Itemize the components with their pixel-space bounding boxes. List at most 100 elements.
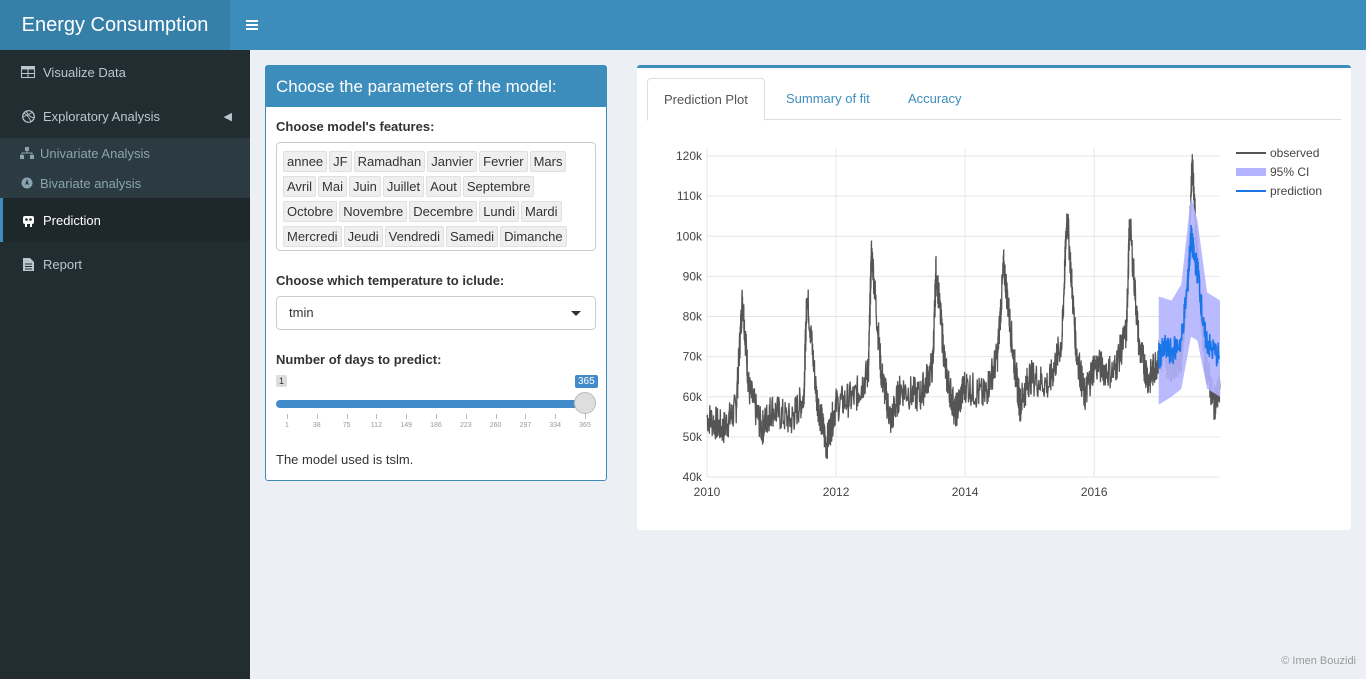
slider-value-label: 365 [575,375,598,388]
feature-chip[interactable]: Octobre [283,201,338,222]
feature-chip[interactable]: Aout [426,176,461,197]
model-parameters-box: Choose the parameters of the model: Choo… [265,65,607,481]
slider-tick [525,414,527,419]
sidebar-item-univariate-analysis[interactable]: Univariate Analysis [0,138,250,168]
slider-tick [436,414,437,419]
slider-tick [316,414,318,419]
slider-tick [465,414,467,419]
slider-tick [376,414,378,419]
app-title[interactable]: Energy Consumption [0,0,230,50]
observed-series-line [706,154,1221,459]
sidebar-item-label: Prediction [43,212,101,228]
feature-chip[interactable]: Decembre [409,201,478,222]
sidebar-item-label: Report [43,256,83,272]
feature-chip[interactable]: Jeudi [343,226,383,247]
x-tick-label: 2012 [823,485,850,499]
features-multiselect[interactable]: annee JF Ramadhan Janvier Fevrier MarsAvril Ma… [276,142,596,251]
slider-tick [585,414,586,419]
feature-chip[interactable]: Mardi [521,201,562,222]
feature-chip[interactable]: Novembre [339,201,408,222]
feature-chip[interactable]: JF [329,151,352,172]
caret-down-icon [571,311,581,316]
sidebar-item-label: Exploratory Analysis [43,108,161,124]
feature-chip[interactable]: Juillet [382,176,425,197]
sidebar-item-exploratory-analysis[interactable]: Exploratory Analysis ◀ [0,94,250,138]
slider-tick-label: 260 [489,422,502,429]
feature-chip[interactable]: Janvier [427,151,478,172]
tab-prediction-plot[interactable]: Prediction Plot [647,78,765,121]
box-title: Choose the parameters of the model: [266,66,606,107]
y-tick-label: 50k [683,430,703,444]
slider-handle[interactable] [574,392,596,414]
slider-tick-label: 186 [430,422,442,429]
feature-chip[interactable]: Lundi [479,201,519,222]
x-tick-label: 2016 [1081,485,1108,499]
slider-tick-label: 1 [285,422,289,429]
sidebar-item-prediction[interactable]: Prediction [0,198,250,242]
slider-tick-label: 149 [400,422,413,429]
sidebar-toggle-button[interactable] [230,0,274,50]
slider-ticks: 1 38 75 112 149 186 223 260 297 334 365 [276,414,596,434]
slider-tick-label: 365 [579,422,591,429]
x-tick-label: 2014 [952,485,979,499]
slider-tick [555,414,557,419]
y-tick-label: 120k [676,149,703,163]
feature-chip[interactable]: Dimanche [500,226,567,247]
prediction-chart[interactable]: 40k 50k 60k 70k 80k 90k 100k 110k 120k 2010 2012 20… [647,138,1341,508]
model-description: The model used is tslm. [276,452,414,467]
feature-chip[interactable]: Mars [529,151,567,172]
feature-chip[interactable]: Samedi [445,226,499,247]
slider-tick [287,414,288,419]
slider-tick [346,414,348,419]
dribbble-icon [21,109,35,123]
y-tick-label: 70k [683,350,703,364]
prediction-tab-box: Prediction Plot Summary of fit Accuracy … [637,65,1351,530]
features-label: Choose model's features: [276,119,435,134]
app-header: Energy Consumption [0,0,1366,50]
temperature-value: tmin [289,305,314,320]
y-tick-label: 40k [683,470,703,484]
tab-accuracy[interactable]: Accuracy [890,78,979,120]
sidebar-item-visualize-data[interactable]: Visualize Data [0,50,250,94]
feature-chip[interactable]: Mai [318,176,347,197]
slider-tick-label: 38 [312,422,321,429]
slider-tick-label: 223 [459,422,472,429]
days-label: Number of days to predict: [276,352,442,367]
days-slider[interactable]: 1 365 1 38 75 112 149 186 223 260 297 334 365 [276,374,598,434]
feature-chip[interactable]: Avril [283,176,317,197]
sidebar-item-label: Bivariate analysis [40,175,142,191]
slider-track[interactable] [276,400,586,408]
y-tick-label: 60k [683,390,703,404]
robot-icon [21,213,35,227]
hamburger-icon [246,18,258,32]
slider-tick-label: 334 [549,422,562,429]
sidebar-item-bivariate-analysis[interactable]: Bivariate analysis [0,168,250,198]
slider-tick-label: 112 [370,422,382,429]
footer-credit: © Imen Bouzidi [1281,655,1356,667]
sidebar-item-report[interactable]: Report [0,242,250,286]
slider-tick [406,414,408,419]
feature-chip[interactable]: Ramadhan [353,151,426,172]
tab-bar: Prediction Plot Summary of fit Accuracy [647,78,1341,121]
feature-chip[interactable]: Fevrier [479,151,528,172]
tab-summary-of-fit[interactable]: Summary of fit [768,78,888,120]
y-tick-label: 80k [683,310,703,324]
table-icon [21,65,35,79]
feature-chip[interactable]: Septembre [462,176,535,197]
temperature-label: Choose which temperature to iclude: [276,273,505,288]
chevron-left-icon: ◀ [223,110,232,123]
feature-chip[interactable]: Vendredi [384,226,444,247]
ci-band [1158,196,1220,405]
sidebar-item-label: Visualize Data [43,64,126,80]
compass-icon [20,176,34,190]
feature-chip[interactable]: Mercredi [283,226,342,247]
legend-label: prediction [1270,184,1322,198]
feature-chip[interactable]: Juin [349,176,381,197]
feature-chip[interactable]: annee [283,151,328,172]
sidebar-submenu: Univariate Analysis Bivariate analysis [0,138,250,198]
temperature-select[interactable]: tmin [276,296,596,330]
y-tick-label: 100k [676,229,703,243]
legend-label: observed [1270,146,1319,160]
slider-min-label: 1 [276,375,288,387]
sitemap-icon [20,146,34,160]
